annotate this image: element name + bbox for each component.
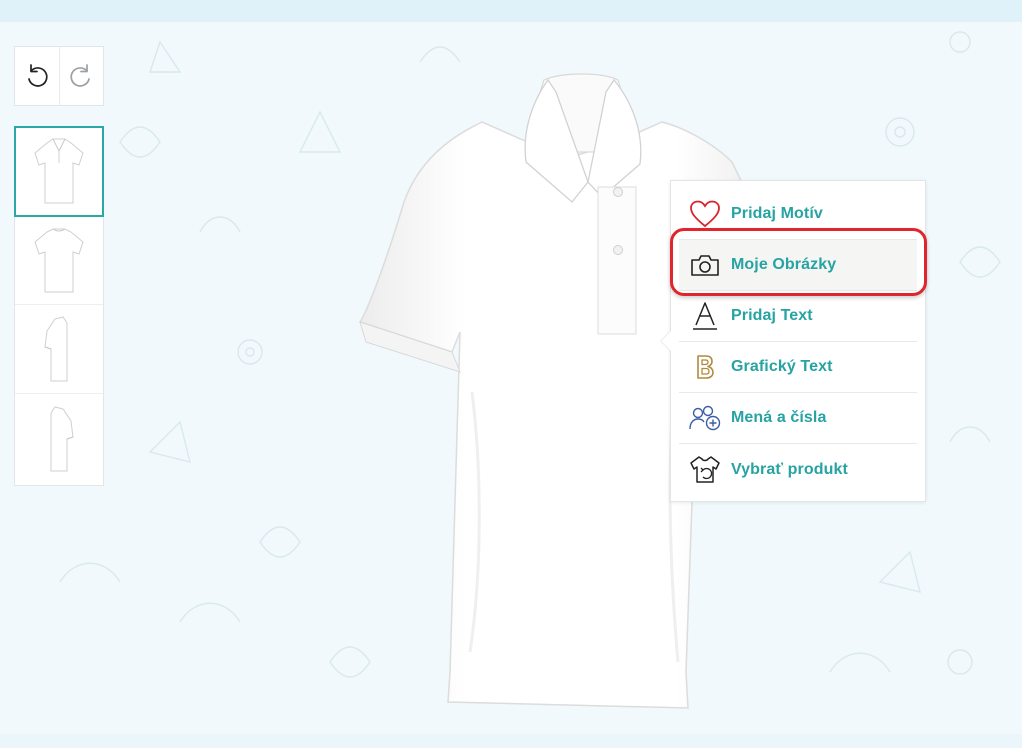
right-side-view-thumbnail: [44, 316, 68, 382]
tshirt-swap-icon: [690, 455, 720, 483]
view-right-side[interactable]: [15, 305, 103, 394]
view-left-side[interactable]: [15, 394, 103, 483]
tool-add-motif[interactable]: Pridaj Motív: [679, 189, 917, 240]
undo-icon: [28, 64, 48, 87]
tool-graphic-text[interactable]: Grafický Text: [679, 342, 917, 393]
tool-label: Mená a čísla: [731, 409, 827, 426]
undo-button[interactable]: [15, 47, 59, 105]
history-controls: [14, 46, 104, 106]
redo-button[interactable]: [58, 47, 103, 105]
view-front[interactable]: [14, 126, 104, 217]
heart-icon: [690, 200, 720, 228]
tool-my-images[interactable]: Moje Obrázky: [679, 240, 917, 291]
tool-label: Moje Obrázky: [731, 256, 837, 273]
names-numbers-icon: [689, 405, 721, 431]
top-bar: [0, 0, 1022, 22]
view-selector: [14, 126, 104, 486]
tool-label: Grafický Text: [731, 358, 833, 375]
text-a-icon: [693, 302, 717, 330]
tool-label: Vybrať produkt: [731, 460, 848, 478]
redo-icon: [70, 64, 91, 87]
camera-icon: [691, 255, 719, 276]
back-view-thumbnail: [34, 228, 84, 293]
view-back[interactable]: [15, 216, 103, 305]
tool-label: Pridaj Motív: [731, 205, 823, 222]
design-tools-menu: Pridaj Motív Moje Obrázky Pridaj Text Gr…: [661, 180, 926, 502]
bottom-bar: [0, 734, 1022, 748]
menu-pointer: [661, 331, 671, 351]
tool-names-numbers[interactable]: Mená a čísla: [679, 393, 917, 444]
front-view-thumbnail: [34, 138, 84, 204]
tool-select-product[interactable]: Vybrať produkt: [679, 444, 917, 495]
graphic-b-icon: [697, 355, 714, 379]
left-side-view-thumbnail: [50, 405, 74, 471]
tool-label: Pridaj Text: [731, 307, 813, 324]
tool-add-text[interactable]: Pridaj Text: [679, 291, 917, 342]
